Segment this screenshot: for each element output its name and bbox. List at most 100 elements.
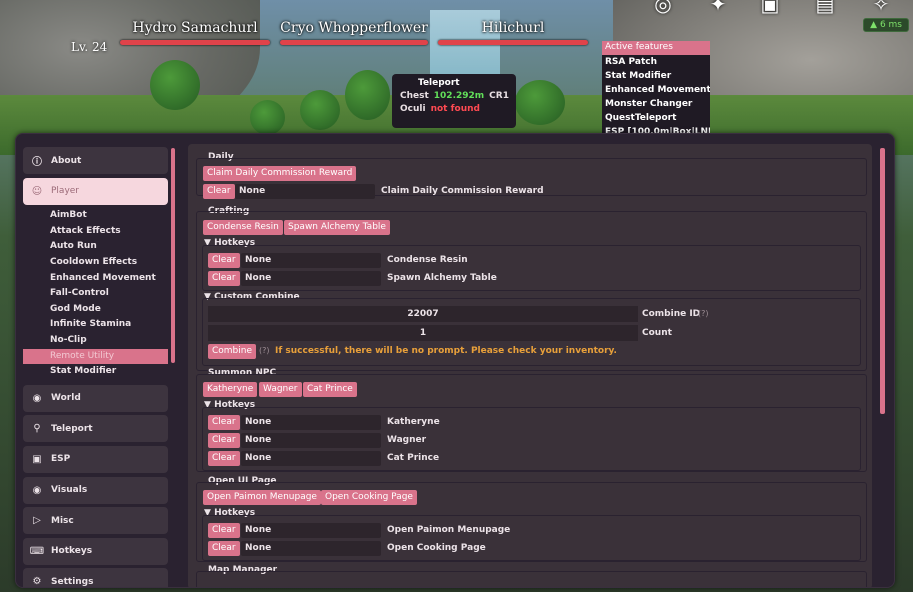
sidebar-item-player[interactable]: ☺ Player [23, 177, 168, 205]
open-paimon-menupage-button[interactable]: Open Paimon Menupage [203, 490, 321, 505]
sidebar-subitem-stat-modifier[interactable]: Stat Modifier [23, 364, 168, 380]
combine-help[interactable]: (?) [259, 346, 270, 355]
tree [250, 100, 285, 135]
help-circle-icon: ⓘ [32, 157, 42, 168]
sidebar-item-label: Misc [51, 515, 74, 526]
clear-hotkey-button[interactable]: Clear [208, 541, 240, 556]
clear-hotkey-button[interactable]: Clear [203, 184, 235, 199]
sidebar-item-teleport[interactable]: ⚲ Teleport [23, 415, 168, 443]
spawn-alchemy-table-button[interactable]: Spawn Alchemy Table [284, 220, 390, 235]
summon-wagner-button[interactable]: Wagner [259, 382, 302, 397]
hotkey-action-label: Claim Daily Commission Reward [381, 186, 544, 196]
sidebar-subitem-aimbot[interactable]: AimBot [23, 208, 168, 224]
combine-id-input[interactable]: 22007 [208, 306, 638, 322]
sidebar-subitem-cooldown-effects[interactable]: Cooldown Effects [23, 255, 168, 271]
combine-button[interactable]: Combine [208, 344, 257, 359]
content-scrollbar[interactable] [880, 148, 885, 414]
sidebar: ⓘ About ☺ Player AimBot Attack Effects A… [23, 147, 168, 587]
scan-icon: ▣ [32, 453, 42, 465]
bus-icon[interactable]: ▤ [810, 0, 840, 14]
sidebar-item-hotkeys[interactable]: ⌨ Hotkeys [23, 537, 168, 565]
hotkey-action-label: Wagner [387, 435, 427, 445]
sidebar-subitem-no-clip[interactable]: No-Clip [23, 333, 168, 349]
hotkey-value: None [245, 255, 272, 265]
clear-hotkey-button[interactable]: Clear [208, 451, 240, 466]
clear-hotkey-button[interactable]: Clear [208, 253, 240, 268]
sidebar-item-misc[interactable]: ▷ Misc [23, 507, 168, 535]
sidebar-item-label: Visuals [51, 485, 88, 495]
player-submenu: AimBot Attack Effects Auto Run Cooldown … [23, 208, 168, 380]
sidebar-subitem-enhanced-movement[interactable]: Enhanced Movement [23, 271, 168, 287]
enemy-cryo-whopperflower: Cryo Whopperflower [280, 20, 428, 45]
sidebar-item-label: Player [51, 186, 80, 197]
section-map-manager [196, 571, 867, 587]
camera-icon: ◉ [32, 484, 42, 496]
sidebar-subitem-infinite-stamina[interactable]: Infinite Stamina [23, 317, 168, 333]
clear-hotkey-button[interactable]: Clear [208, 523, 240, 538]
sidebar-item-about[interactable]: ⓘ About [23, 147, 168, 174]
signal-icon: ▲ [870, 20, 878, 30]
chest-cr: CR1 [489, 91, 509, 101]
teleport-overlay-title: Teleport [418, 78, 460, 88]
summon-katheryne-button[interactable]: Katheryne [203, 382, 258, 397]
combine-id-help[interactable]: (?) [698, 309, 709, 318]
hotkey-value: None [245, 525, 272, 535]
wing-icon[interactable]: ✧ [866, 0, 896, 14]
active-feature-item: Enhanced Movement [605, 85, 710, 95]
chest-label: Chest [400, 91, 429, 101]
count-label: Count [642, 328, 672, 338]
ping-value: 6 ms [879, 20, 902, 30]
sidebar-item-label: About [51, 155, 82, 166]
active-feature-item: Stat Modifier [605, 71, 672, 81]
sidebar-item-settings[interactable]: ⚙ Settings [23, 568, 168, 587]
compass-icon[interactable]: ◎ [648, 0, 678, 14]
tag-icon: ▷ [33, 515, 41, 527]
sidebar-scrollbar[interactable] [171, 148, 175, 363]
sidebar-subitem-remote-utility[interactable]: Remote Utility [23, 348, 168, 365]
enemy-name: Hilichurl [481, 20, 545, 36]
clear-hotkey-button[interactable]: Clear [208, 415, 240, 430]
tree [515, 80, 565, 125]
clear-hotkey-button[interactable]: Clear [208, 433, 240, 448]
sidebar-item-visuals[interactable]: ◉ Visuals [23, 476, 168, 504]
sidebar-subitem-auto-run[interactable]: Auto Run [23, 239, 168, 255]
claim-daily-commission-button[interactable]: Claim Daily Commission Reward [203, 166, 357, 181]
book-icon[interactable]: ▣ [755, 0, 785, 14]
hotkey-action-label: Cat Prince [387, 453, 440, 463]
pin-icon: ⚲ [33, 423, 41, 435]
enemy-health-bar [280, 40, 428, 45]
star-icon[interactable]: ✦ [703, 0, 733, 14]
keyboard-icon: ⌨ [29, 545, 45, 557]
hotkey-action-label: Open Cooking Page [387, 543, 486, 553]
gear-icon: ⚙ [32, 576, 42, 587]
hotkey-value: None [245, 453, 272, 463]
tree [300, 90, 340, 130]
hotkey-value: None [245, 543, 272, 553]
sidebar-item-label: ESP [51, 454, 71, 465]
active-feature-item: Monster Changer [605, 99, 693, 109]
tree [150, 60, 200, 110]
chest-distance: 102.292m [433, 91, 485, 101]
condense-resin-button[interactable]: Condense Resin [203, 220, 283, 235]
oculi-label: Oculi [400, 104, 426, 114]
clear-hotkey-button[interactable]: Clear [208, 271, 240, 286]
player-level: Lv. 24 [71, 40, 108, 54]
teleport-overlay: Teleport Chest 102.292m CR1 Oculi not fo… [392, 74, 516, 128]
cheat-menu-window: ⓘ About ☺ Player AimBot Attack Effects A… [15, 133, 895, 588]
sidebar-subitem-fall-control[interactable]: Fall-Control [23, 286, 168, 302]
sidebar-item-esp[interactable]: ▣ ESP [23, 445, 168, 473]
sidebar-item-label: Settings [51, 576, 94, 587]
hotkey-value: None [245, 435, 272, 445]
open-cooking-page-button[interactable]: Open Cooking Page [321, 490, 417, 505]
sidebar-item-world[interactable]: ◉ World [23, 384, 168, 412]
count-input[interactable]: 1 [208, 325, 638, 341]
combine-id-label: Combine ID [642, 309, 701, 319]
summon-cat-prince-button[interactable]: Cat Prince [303, 382, 357, 397]
sidebar-subitem-attack-effects[interactable]: Attack Effects [23, 224, 168, 240]
hotkey-value: None [245, 273, 272, 283]
enemy-name: Hydro Samachurl [132, 20, 258, 36]
sidebar-subitem-god-mode[interactable]: God Mode [23, 302, 168, 318]
sidebar-item-label: World [51, 393, 81, 404]
tree [345, 70, 390, 120]
sidebar-item-label: Hotkeys [51, 546, 93, 557]
